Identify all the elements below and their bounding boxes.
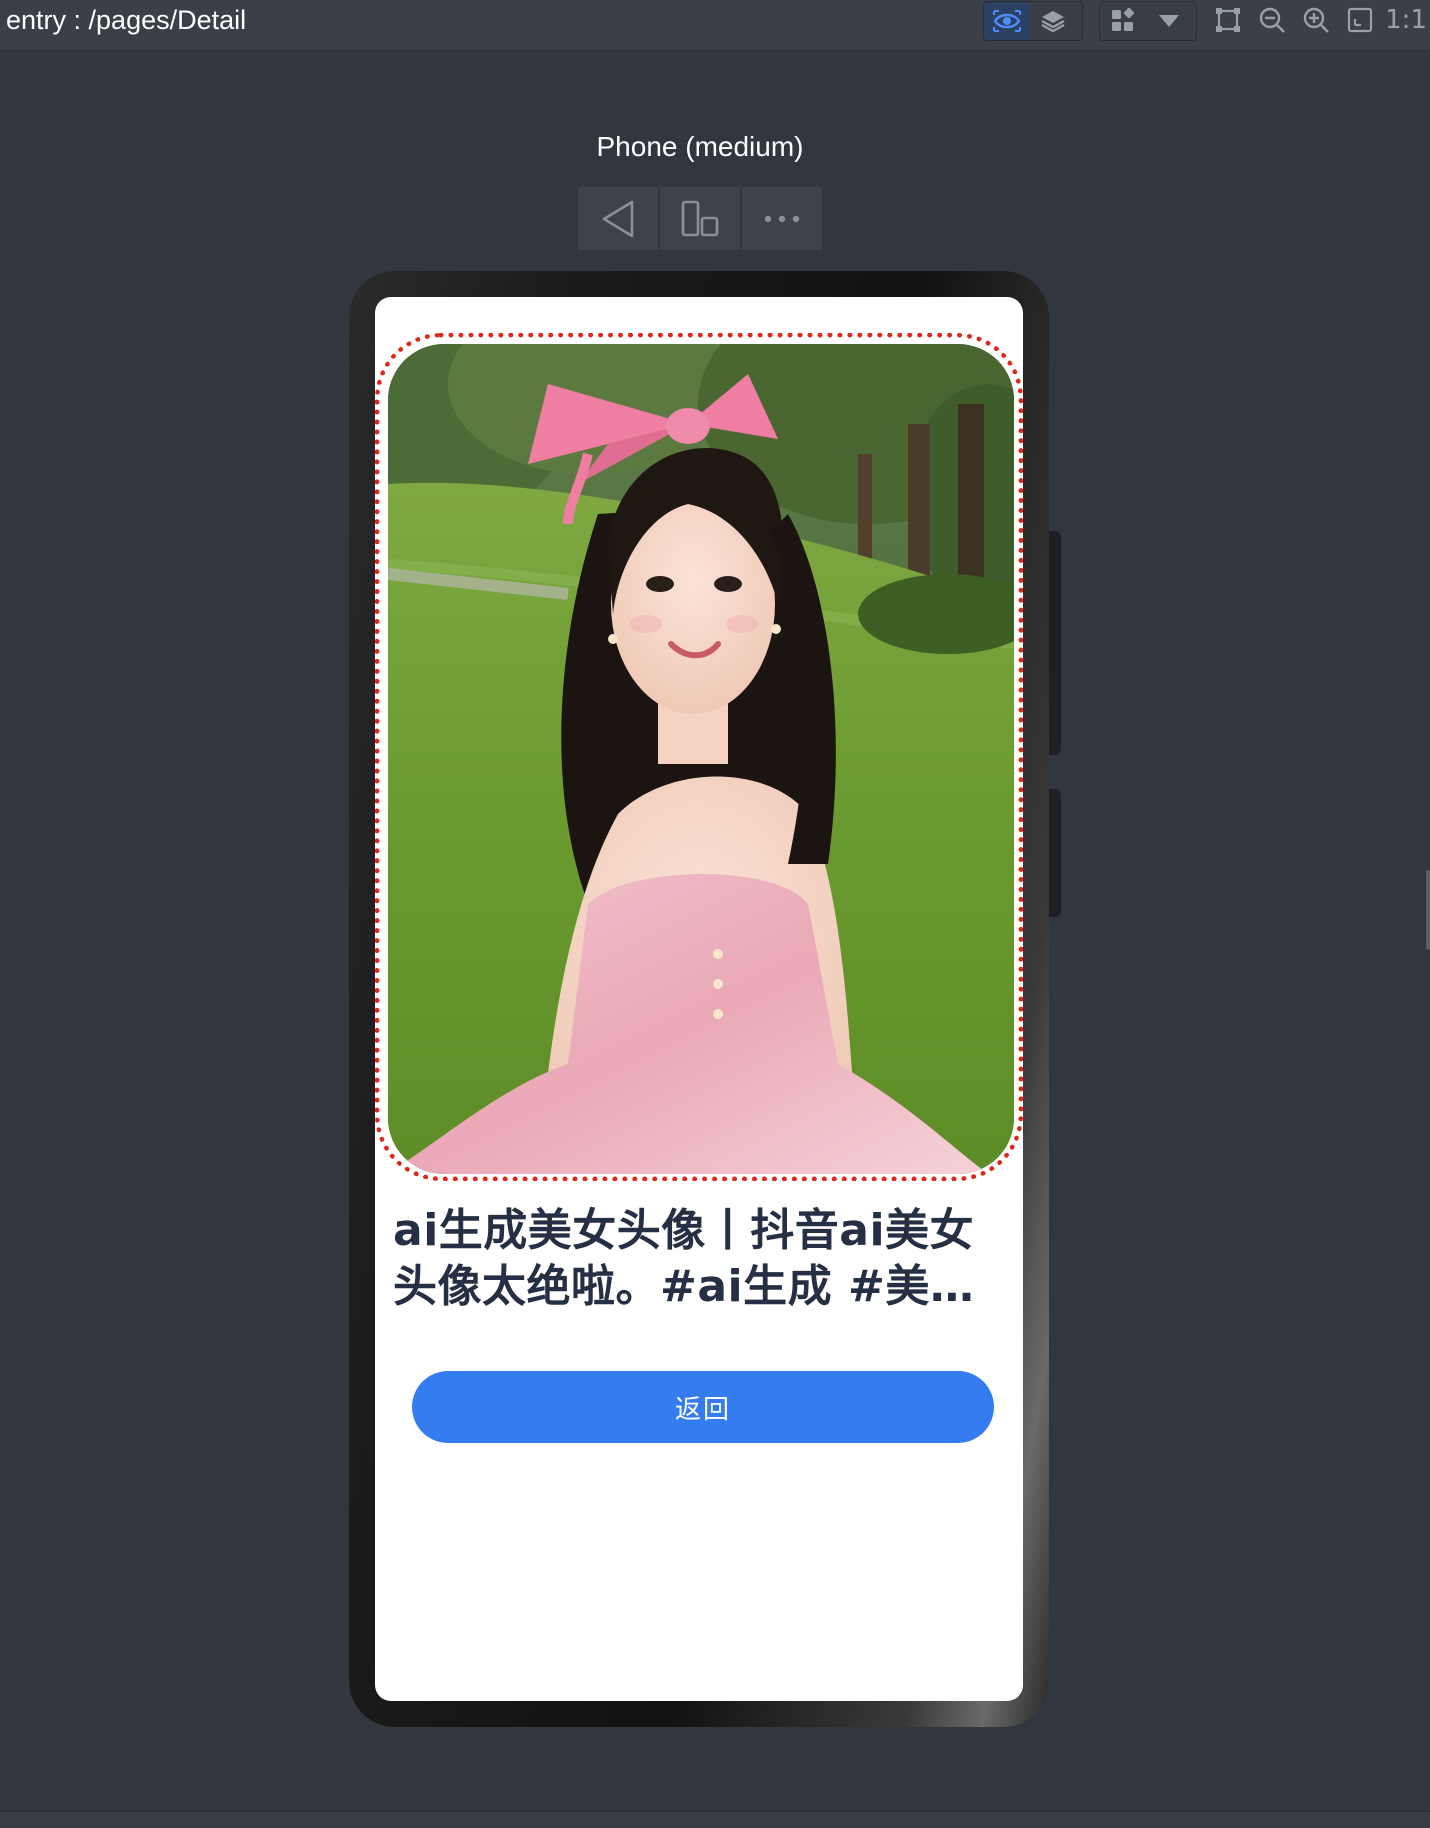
- inspector-toggle-group: [983, 1, 1083, 41]
- phone-frame: ai生成美女头像丨抖音ai美女头像太绝啦。#ai生成 #美女头像 #抖音 返回: [349, 271, 1061, 1727]
- phone-side-button-lower: [1049, 789, 1061, 917]
- phone-screen: ai生成美女头像丨抖音ai美女头像太绝啦。#ai生成 #美女头像 #抖音 返回: [375, 297, 1023, 1701]
- zoom-out-icon[interactable]: [1252, 1, 1292, 39]
- top-toolbar: entry : /pages/Detail 1:1: [0, 0, 1430, 51]
- right-scrollbar[interactable]: [1426, 870, 1430, 950]
- bounds-icon[interactable]: [1208, 1, 1248, 39]
- rotate-device-icon[interactable]: [658, 187, 740, 250]
- inspector-eye-icon[interactable]: [984, 2, 1030, 40]
- detail-photo: [388, 344, 1014, 1174]
- layers-icon[interactable]: [1030, 2, 1076, 40]
- component-dropdown-group: [1099, 1, 1197, 41]
- phone-side-button-upper: [1049, 531, 1061, 755]
- detail-title: ai生成美女头像丨抖音ai美女头像太绝啦。#ai生成 #美女头像 #抖音: [393, 1205, 975, 1312]
- bottom-status-strip: [0, 1811, 1430, 1828]
- page-route-label: entry : /pages/Detail: [6, 5, 247, 35]
- back-triangle-icon[interactable]: [578, 187, 658, 250]
- device-name-label: Phone (medium): [596, 131, 804, 162]
- dropdown-arrow-icon[interactable]: [1146, 2, 1192, 40]
- fit-screen-icon[interactable]: [1340, 1, 1380, 39]
- device-controls: [578, 187, 822, 250]
- back-button[interactable]: 返回: [412, 1371, 994, 1443]
- more-icon[interactable]: [740, 187, 822, 250]
- photo-dotted-border: [375, 333, 1023, 1181]
- zoom-in-icon[interactable]: [1296, 1, 1336, 39]
- actual-size-button[interactable]: 1:1: [1384, 1, 1428, 39]
- component-grid-icon[interactable]: [1100, 2, 1146, 40]
